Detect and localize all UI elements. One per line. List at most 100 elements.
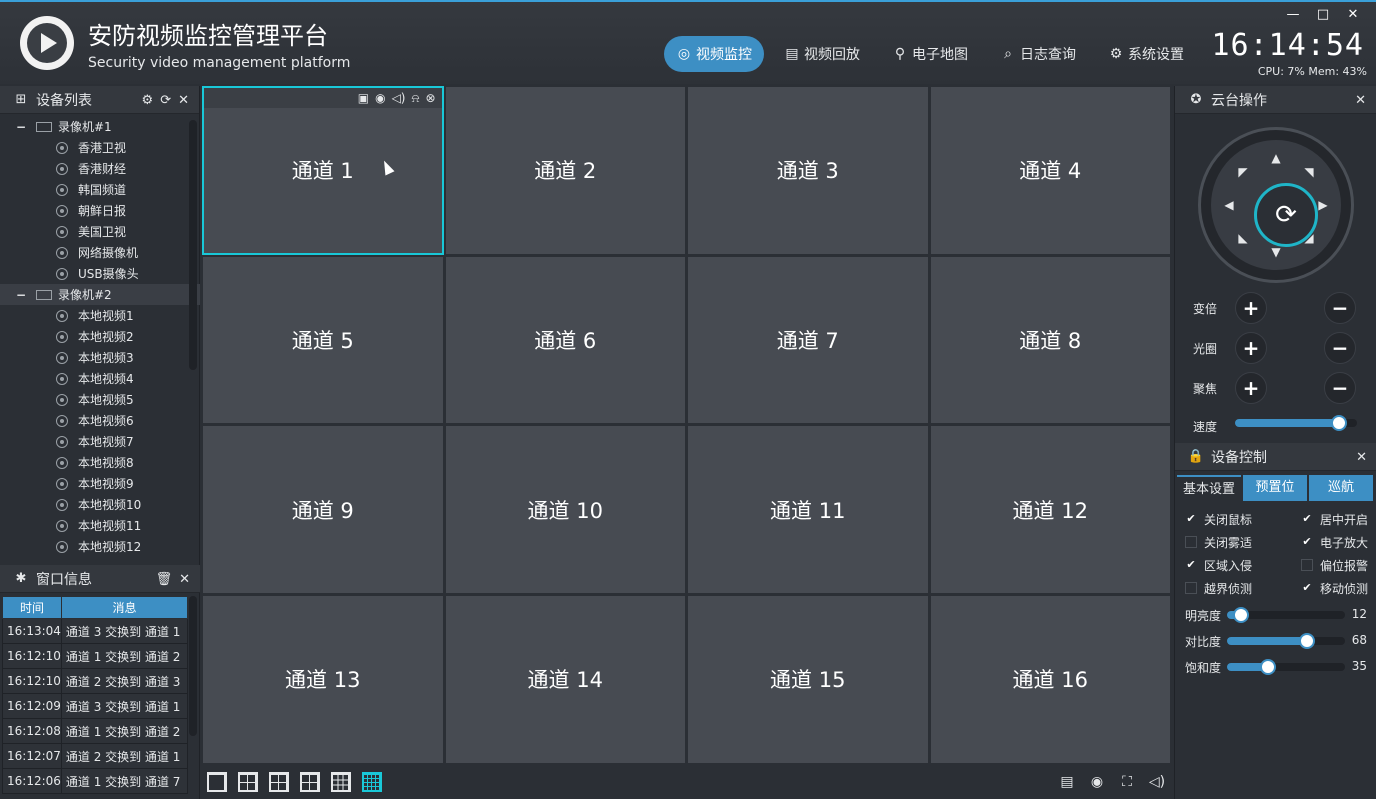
layout-1+5-button[interactable] [269,772,289,792]
nav-item-1[interactable]: ▤ 视频回放 [772,36,872,72]
minimize-button[interactable]: — [1278,6,1308,24]
arrow-up-icon[interactable]: ▲ [1268,150,1284,166]
tree-item-camera[interactable]: 本地视频11 [0,515,200,536]
tree-item-camera[interactable]: 本地视频5 [0,389,200,410]
nav-item-0[interactable]: ◎ 视频监控 [664,36,764,72]
video-channel[interactable]: 通道 14 [444,595,686,764]
video-channel[interactable]: 通道 11 [687,425,929,595]
video-channel[interactable]: 通道 12 [929,425,1171,595]
video-channel[interactable]: 通道 6 [444,255,686,425]
tree-item-camera[interactable]: 香港卫视 [0,137,200,158]
layout-2x2-button[interactable] [238,772,258,792]
log-scrollbar[interactable] [189,596,197,736]
tree-item-camera[interactable]: 网络摄像机 [0,242,200,263]
checkbox-option[interactable]: ✔ 移动侦测 [1301,578,1368,598]
tree-item-camera[interactable]: 本地视频7 [0,431,200,452]
close-icon[interactable]: ✕ [1355,93,1366,108]
tree-item-camera[interactable]: 本地视频3 [0,347,200,368]
video-channel[interactable]: 通道 2 [444,86,686,255]
close-circle-icon[interactable]: ⊗ [425,91,435,105]
checkbox-option[interactable]: 越界侦测 [1185,578,1252,598]
tree-item-camera[interactable]: USB摄像头 [0,263,200,284]
snapshot-icon[interactable]: ◉ [375,91,385,105]
tree-item-camera[interactable]: 本地视频6 [0,410,200,431]
refresh-icon[interactable]: ⟳ [160,93,171,108]
plus-button[interactable]: + [1235,292,1267,324]
arrow-up-left-icon[interactable]: ◤ [1235,164,1251,180]
video-channel[interactable]: 通道 3 [687,86,929,255]
layout-4x4-button[interactable] [362,772,382,792]
adjust-slider[interactable] [1227,607,1345,623]
close-icon[interactable]: ✕ [179,572,190,587]
collapse-icon[interactable]: − [16,120,30,134]
video-channel[interactable]: 通道 16 [929,595,1171,764]
video-channel[interactable]: 通道 9 [202,425,444,595]
settings-icon[interactable]: ⚙ [142,93,154,108]
tree-item-camera[interactable]: 本地视频1 [0,305,200,326]
arrow-left-icon[interactable]: ◀ [1221,197,1237,213]
adjust-slider[interactable] [1227,633,1345,649]
video-channel[interactable]: 通道 4 [929,86,1171,255]
checkbox-option[interactable]: ✔ 居中开启 [1301,509,1368,529]
checkbox-option[interactable]: ✔ 区域入侵 [1185,555,1252,575]
close-icon[interactable]: ✕ [1356,450,1367,465]
plus-button[interactable]: + [1235,332,1267,364]
device-tree-scrollbar[interactable] [189,120,197,370]
nav-item-3[interactable]: ⌕ 日志查询 [988,36,1088,72]
record-all-icon[interactable]: ▤ [1056,771,1078,793]
speed-slider[interactable] [1235,415,1357,431]
video-channel[interactable]: 通道 10 [444,425,686,595]
checkbox-option[interactable]: 关闭雾适 [1185,532,1252,552]
plus-button[interactable]: + [1235,372,1267,404]
arrow-down-left-icon[interactable]: ◣ [1235,230,1251,246]
minus-button[interactable]: − [1324,292,1356,324]
close-button[interactable]: ✕ [1338,6,1368,24]
tree-item-camera[interactable]: 本地视频8 [0,452,200,473]
tree-item-camera[interactable]: 本地视频10 [0,494,200,515]
maximize-button[interactable]: □ [1308,6,1338,24]
tree-item-camera[interactable]: 韩国频道 [0,179,200,200]
tree-item-camera[interactable]: 朝鲜日报 [0,200,200,221]
video-channel[interactable]: 通道 15 [687,595,929,764]
tab-0[interactable]: 基本设置 [1177,475,1241,501]
video-channel[interactable]: 通道 1 ▣ ◉ ◁) ⍾ ⊗ [202,86,444,255]
fullscreen-icon[interactable]: ⛶ [1116,771,1138,793]
tab-1[interactable]: 预置位 [1243,475,1307,501]
adjust-slider[interactable] [1227,659,1345,675]
video-channel[interactable]: 通道 7 [687,255,929,425]
video-channel[interactable]: 通道 5 [202,255,444,425]
volume-icon[interactable]: ◁) [1146,771,1168,793]
trash-icon[interactable]: 🗑 [156,572,173,587]
adjust-value: 68 [1351,633,1367,647]
tree-item-camera[interactable]: 香港财经 [0,158,200,179]
minus-button[interactable]: − [1324,372,1356,404]
nav-item-4[interactable]: ⚙ 系统设置 [1096,36,1196,72]
tree-item-camera[interactable]: 本地视频9 [0,473,200,494]
tree-group-recorder[interactable]: − 录像机#2 [0,284,200,305]
tree-item-camera[interactable]: 本地视频4 [0,368,200,389]
checkbox-option[interactable]: ✔ 电子放大 [1301,532,1368,552]
close-icon[interactable]: ✕ [178,93,189,108]
ptz-auto-rotate-button[interactable]: ⟳ [1254,183,1318,247]
sound-icon[interactable]: ◁) [392,91,406,105]
tree-group-recorder[interactable]: − 录像机#1 [0,116,200,137]
checkbox-option[interactable]: 偏位报警 [1301,555,1368,575]
alarm-icon[interactable]: ⍾ [411,91,419,106]
arrow-up-right-icon[interactable]: ◥ [1301,164,1317,180]
tree-item-camera[interactable]: 本地视频12 [0,536,200,557]
minus-button[interactable]: − [1324,332,1356,364]
layout-3x3-button[interactable] [331,772,351,792]
checkbox-option[interactable]: ✔ 关闭鼠标 [1185,509,1252,529]
record-icon[interactable]: ▣ [358,91,369,105]
adjust-value: 35 [1351,659,1367,673]
layout-1+7-button[interactable] [300,772,320,792]
layout-1x1-button[interactable] [207,772,227,792]
collapse-icon[interactable]: − [16,288,30,302]
tab-2[interactable]: 巡航 [1309,475,1373,501]
nav-item-2[interactable]: ⚲ 电子地图 [880,36,980,72]
snapshot-all-icon[interactable]: ◉ [1086,771,1108,793]
tree-item-camera[interactable]: 本地视频2 [0,326,200,347]
tree-item-camera[interactable]: 美国卫视 [0,221,200,242]
video-channel[interactable]: 通道 13 [202,595,444,764]
video-channel[interactable]: 通道 8 [929,255,1171,425]
